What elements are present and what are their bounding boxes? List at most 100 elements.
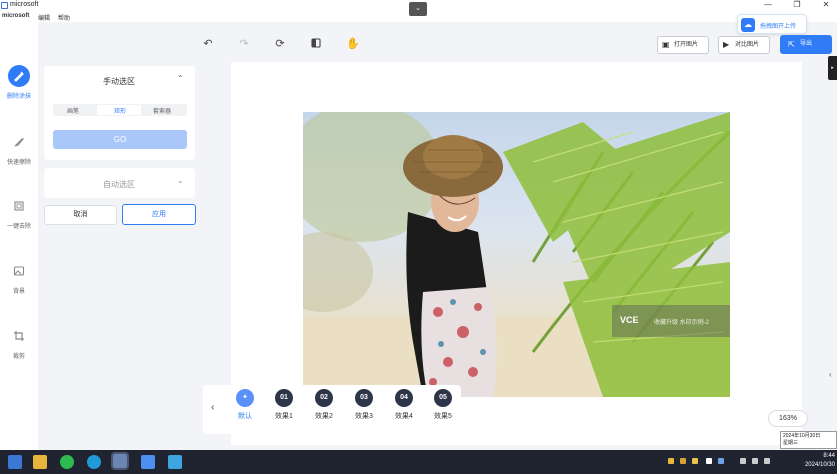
effect-label: 默认 — [238, 413, 252, 420]
menu-item-app[interactable]: microsoft — [2, 13, 29, 19]
image-icon — [8, 260, 30, 282]
tray-icon[interactable] — [668, 458, 674, 464]
manual-selection-title: 手动选区 — [103, 77, 135, 86]
edge-browser-icon[interactable] — [87, 455, 101, 469]
selection-tool-segment: 画笔 矩形 套索器 — [53, 104, 187, 116]
select-frame-icon — [8, 195, 30, 217]
zoom-level[interactable]: 163% — [768, 410, 808, 427]
export-button[interactable]: ⇱ 导出 — [780, 35, 832, 54]
clock-time: 8:44 — [823, 453, 835, 459]
volume-icon[interactable] — [752, 458, 758, 464]
cloud-upload-icon: ☁ — [741, 18, 755, 32]
sparkle-icon: ✦ — [236, 389, 254, 407]
tray-icon[interactable] — [718, 458, 724, 464]
wifi-icon[interactable] — [740, 458, 746, 464]
tool-brush[interactable]: 画笔 — [67, 106, 79, 115]
menu-item-help[interactable]: 帮助 — [58, 13, 70, 22]
tool-rectangle[interactable]: 矩形 — [114, 106, 126, 115]
upload-badge-label: 拖拽图开上传 — [760, 24, 797, 30]
minimize-button[interactable]: — — [760, 0, 776, 9]
sidebar-item-background[interactable]: 背景 — [0, 260, 38, 295]
restore-button[interactable]: ❐ — [789, 0, 805, 9]
open-image-button[interactable]: ▣ 打开图片 — [657, 36, 709, 54]
chevron-down-icon: ⌄ — [415, 5, 421, 12]
effect-badge: 05 — [434, 389, 452, 407]
sidebar-item-label: 裁剪 — [12, 354, 25, 360]
clock-date: 2024/10/30 — [804, 462, 835, 468]
go-button[interactable]: GO — [53, 130, 187, 149]
image-icon: ▣ — [662, 40, 670, 49]
sidebar-item-label: 快速擦除 — [6, 160, 31, 166]
sidebar-item-erase[interactable]: 删除涂抹 — [0, 65, 38, 100]
sidebar-item-label: 删除涂抹 — [6, 94, 31, 100]
effect-label: 效果3 — [355, 413, 373, 420]
date-tooltip: 2024年10月30日 星期三 — [780, 431, 837, 449]
photo-app-icon[interactable] — [111, 452, 129, 470]
right-panel-tab[interactable]: ▸ — [828, 56, 837, 80]
window-title: microsoft — [10, 1, 39, 8]
menu-item-edit[interactable]: 编辑 — [38, 13, 50, 22]
chevron-up-icon[interactable]: ⌃ — [177, 74, 184, 83]
redo-icon[interactable]: ↷ — [237, 37, 251, 51]
cancel-button[interactable]: 取消 — [44, 205, 117, 225]
tray-icon[interactable] — [692, 458, 698, 464]
system-clock[interactable]: 8:44 2024/10/30 — [793, 452, 835, 470]
start-icon[interactable] — [8, 455, 22, 469]
sidebar-item-label: 一键去除 — [6, 224, 31, 230]
undo-icon[interactable]: ↶ — [201, 37, 215, 51]
compare-image-label: 对比图片 — [735, 42, 760, 48]
export-icon: ⇱ — [788, 40, 795, 49]
open-image-label: 打开图片 — [674, 42, 699, 48]
effect-label: 效果4 — [395, 413, 413, 420]
date-tooltip-line1: 2024年10月30日 — [783, 433, 821, 439]
battery-icon[interactable] — [764, 458, 770, 464]
date-tooltip-line2: 星期三 — [783, 440, 799, 446]
sidebar-item-label: 背景 — [12, 289, 25, 295]
pen-icon — [8, 131, 30, 153]
close-button[interactable]: ✕ — [818, 0, 834, 9]
effect-badge: 02 — [315, 389, 333, 407]
hand-pan-icon[interactable]: ✋ — [346, 37, 360, 51]
app-icon — [1, 2, 8, 9]
tray-icon[interactable] — [706, 458, 712, 464]
sidebar-item-crop[interactable]: 裁剪 — [0, 325, 38, 360]
photo-illustration — [303, 112, 730, 397]
chevron-left-icon[interactable]: ‹ — [829, 370, 832, 379]
play-circle-icon: ▶ — [723, 40, 730, 49]
watermark-text: 收藏升级 水印示例-2 — [654, 320, 710, 326]
photo-preview[interactable] — [303, 112, 730, 397]
apply-button[interactable]: 应用 — [122, 204, 196, 225]
compare-image-button[interactable]: ▶ 对比图片 — [718, 36, 770, 54]
effect-badge: 03 — [355, 389, 373, 407]
effect-badge: 01 — [275, 389, 293, 407]
collapse-button[interactable]: ⌄ — [409, 2, 427, 16]
effect-4[interactable]: 04 效果4 — [386, 389, 422, 421]
effect-default[interactable]: ✦ 默认 — [227, 389, 263, 421]
sidebar-item-quick-erase[interactable]: 快速擦除 — [0, 131, 38, 166]
tray-icon[interactable] — [680, 458, 686, 464]
refresh-icon[interactable]: ⟳ — [273, 37, 287, 51]
crop-icon — [8, 325, 30, 347]
app-icon-cyan[interactable] — [168, 455, 182, 469]
effect-5[interactable]: 05 效果5 — [425, 389, 461, 421]
auto-selection-title: 自动选区 — [103, 180, 135, 189]
chevron-down-icon[interactable]: ⌄ — [177, 176, 184, 185]
effect-badge: 04 — [395, 389, 413, 407]
compare-split-icon[interactable] — [309, 37, 323, 51]
effect-1[interactable]: 01 效果1 — [266, 389, 302, 421]
eraser-icon — [8, 65, 30, 87]
sidebar-item-one-click-remove[interactable]: 一键去除 — [0, 195, 38, 230]
app-icon-blue[interactable] — [141, 455, 155, 469]
effect-3[interactable]: 03 效果3 — [346, 389, 382, 421]
effect-label: 效果2 — [315, 413, 333, 420]
effect-label: 效果5 — [434, 413, 452, 420]
drag-upload-badge[interactable]: ☁ 拖拽图开上传 — [737, 14, 807, 34]
watermark-overlay: VCE 收藏升级 水印示例-2 — [612, 305, 730, 337]
effect-label: 效果1 — [275, 413, 293, 420]
tool-lasso[interactable]: 套索器 — [153, 106, 171, 115]
chevron-left-icon[interactable]: ‹ — [211, 402, 214, 413]
export-label: 导出 — [800, 41, 813, 47]
wechat-icon[interactable] — [60, 455, 74, 469]
effect-2[interactable]: 02 效果2 — [306, 389, 342, 421]
file-explorer-icon[interactable] — [33, 455, 47, 469]
